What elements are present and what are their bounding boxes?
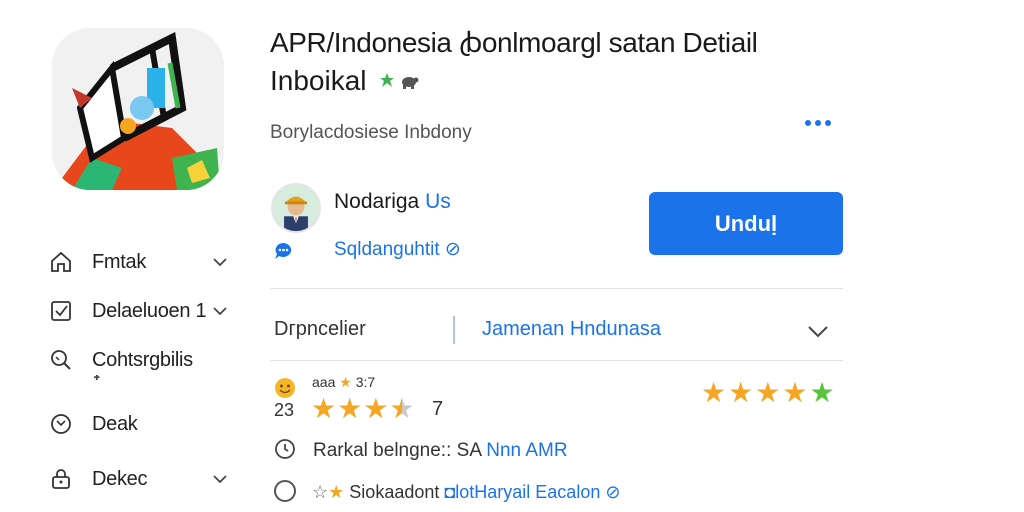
app-logo-icon	[52, 28, 224, 190]
rating-mini: aaa ★ 3:7	[312, 374, 375, 391]
sidebar-item-label: Fmtak	[92, 250, 147, 273]
search-icon	[48, 347, 74, 373]
checkbox-icon	[48, 298, 74, 324]
developer-name[interactable]: Nodariga Us	[334, 190, 451, 214]
person-avatar-icon	[273, 185, 319, 231]
chevron-down-icon[interactable]	[212, 254, 228, 270]
page-title: APR/Indonesia ꞗonlmoargl satan Detiail	[270, 27, 758, 58]
sidebar-item-cohtsrgbilis[interactable]: Cohtsrgbilis	[48, 340, 238, 380]
home-icon	[48, 249, 74, 275]
turtle-badge-icon	[401, 77, 419, 89]
info-row-text: Siokaadont	[349, 482, 440, 502]
page-title-line2: Inboikal	[270, 64, 419, 98]
leaf-badge-icon	[379, 73, 394, 87]
app-icon	[52, 28, 224, 190]
lock-icon	[48, 466, 74, 492]
star-icon: ★	[311, 393, 338, 424]
sidebar-item-dekec[interactable]: Dekec	[48, 459, 238, 499]
filter-separator	[453, 316, 455, 344]
developer-name-text: Nodariga	[334, 190, 420, 213]
star-icon: ★	[328, 482, 345, 502]
install-button[interactable]: Unduḷ	[649, 192, 843, 255]
emoji-icon	[275, 378, 295, 398]
info-row-support: ☆★ Siokaadont ◘lotHaryail Eacalon ⊘	[312, 482, 620, 503]
star-rating-right[interactable]: ★★★★★	[701, 378, 837, 408]
avatar[interactable]	[271, 183, 321, 233]
chevron-down-icon[interactable]	[212, 303, 228, 319]
divider	[270, 360, 843, 361]
sidebar-item-label: Cohtsrgbilis	[92, 348, 193, 371]
star-icon: ★	[809, 377, 837, 408]
divider	[270, 288, 843, 289]
clock-icon	[275, 439, 295, 459]
info-row-link[interactable]: ◘lotHaryail Eacalon ⊘	[444, 482, 620, 502]
star-rating[interactable]: ★★★★	[311, 394, 415, 424]
star-icon: ★	[337, 393, 364, 424]
info-row-release: Rarkal belngne:: SA Nnn AMR	[313, 440, 568, 462]
rating-mini-value: 3:7	[355, 374, 376, 390]
star-icon: ★	[782, 377, 810, 408]
star-icon: ★	[363, 393, 390, 424]
star-icon: ★	[701, 377, 729, 408]
info-row-link[interactable]: Nnn AMR	[486, 440, 567, 461]
filter-select-value[interactable]: Jamenan Hndunasa	[482, 318, 661, 341]
sidebar-item-label: Delaeluoen 1	[92, 299, 207, 322]
info-row-text: Rarkal belngne:: SA	[313, 440, 481, 461]
star-icon: ★	[728, 377, 756, 408]
rating-count-icon: 23	[274, 400, 295, 420]
star-outline-icon: ☆	[312, 482, 329, 502]
chat-bubble-icon	[275, 242, 292, 259]
radio-circle-icon[interactable]	[274, 480, 296, 502]
title-badges	[379, 72, 419, 90]
sidebar-item-deak[interactable]: Deak	[48, 404, 238, 444]
page-title-text: Inboikal	[270, 65, 367, 96]
sidebar-item-delaeluoen[interactable]: Delaeluoen 1	[48, 291, 238, 331]
star-icon: ★	[339, 374, 352, 390]
star-icon: ★	[755, 377, 783, 408]
chevron-down-icon[interactable]	[806, 322, 830, 340]
developer-name-suffix: Us	[425, 190, 451, 213]
filter-label: Dгрncelier	[274, 318, 366, 340]
more-options-icon[interactable]	[805, 120, 831, 126]
sidebar-item-label: Dekec	[92, 467, 148, 490]
sidebar-sub-marker: ᛭	[92, 370, 102, 387]
developer-link[interactable]: Sqldanguhtit ⊘	[334, 238, 461, 261]
rating-mini-text: aaa	[312, 374, 336, 390]
sidebar-item-label: Deak	[92, 412, 138, 435]
star-half-icon: ★	[389, 393, 416, 424]
chevron-down-icon[interactable]	[212, 471, 228, 487]
smile-icon	[48, 411, 74, 437]
rating-count: 7	[432, 398, 444, 420]
app-subtitle: Borylacdosiese Inbdony	[270, 122, 472, 143]
sidebar-item-fmtak[interactable]: Fmtak	[48, 242, 238, 282]
